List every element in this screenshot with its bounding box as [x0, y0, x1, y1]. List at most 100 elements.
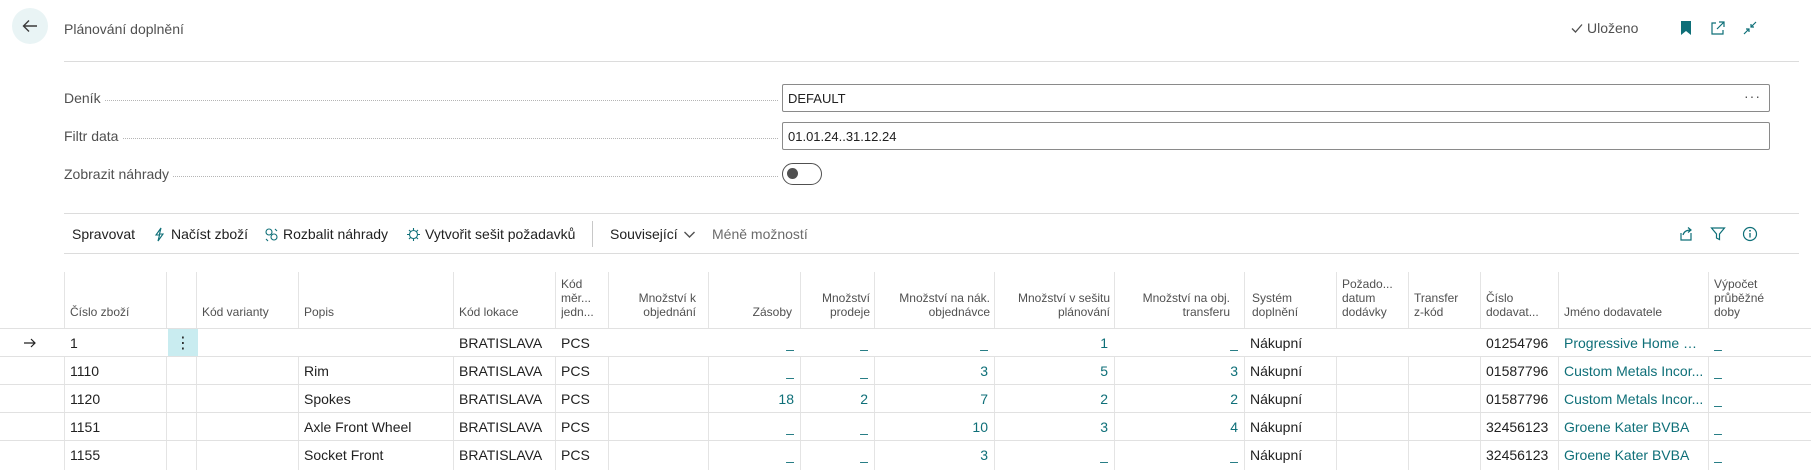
share-icon[interactable]	[1676, 224, 1696, 244]
col-qty-sales[interactable]: Množství prodeje	[806, 291, 870, 319]
table-row[interactable]: 1151 Axle Front Wheel BRATISLAVA PCS _ _ 10 3 4 N…	[0, 412, 1811, 440]
table-row[interactable]: 1120 Spokes BRATISLAVA PCS 18 2 7 2 2 Nákupní 0158…	[0, 384, 1811, 412]
cell-lead-time[interactable]: _	[1714, 391, 1774, 407]
manage-action[interactable]: Spravovat	[72, 226, 135, 242]
cell-vendor-name[interactable]: Groene Kater BVBA	[1564, 419, 1704, 435]
date-filter-input[interactable]: 01.01.24..31.12.24	[782, 122, 1770, 150]
cell-vendor-no[interactable]: 32456123	[1486, 419, 1554, 435]
col-uom[interactable]: Kód měr... jedn...	[561, 277, 606, 319]
col-vendor-name[interactable]: Jméno dodavatele	[1564, 305, 1704, 319]
cell-inventory[interactable]: _	[714, 419, 794, 435]
load-items-action[interactable]: Načíst zboží	[152, 226, 248, 242]
cell-qty-sales[interactable]: _	[806, 335, 868, 351]
cell-vendor-no[interactable]: 32456123	[1486, 447, 1554, 463]
cell-uom[interactable]: PCS	[561, 363, 605, 379]
cell-qty-worksheet[interactable]: 2	[1000, 391, 1108, 407]
show-substitutes-toggle[interactable]	[782, 163, 822, 185]
journal-input[interactable]: DEFAULT ···	[782, 84, 1770, 112]
cell-repl-system[interactable]: Nákupní	[1250, 335, 1334, 351]
cell-vendor-no[interactable]: 01587796	[1486, 391, 1554, 407]
back-button[interactable]	[12, 8, 48, 44]
col-qty-to-order[interactable]: Množství k objednání	[616, 291, 696, 319]
col-variant[interactable]: Kód varianty	[202, 305, 302, 319]
cell-description[interactable]: Rim	[304, 363, 449, 379]
cell-qty-worksheet[interactable]: 1	[1000, 335, 1108, 351]
expand-substitutes-action[interactable]: Rozbalit náhrady	[264, 226, 388, 242]
col-req-date[interactable]: Požado... datum dodávky	[1342, 277, 1402, 319]
cell-qty-worksheet[interactable]: 3	[1000, 419, 1108, 435]
cell-repl-system[interactable]: Nákupní	[1250, 363, 1334, 379]
info-icon[interactable]	[1740, 224, 1760, 244]
col-repl-system[interactable]: Systém doplnění	[1252, 291, 1332, 319]
cell-vendor-no[interactable]: 01587796	[1486, 363, 1554, 379]
cell-qty-sales[interactable]: 2	[806, 391, 868, 407]
cell-location[interactable]: BRATISLAVA	[459, 335, 551, 351]
cell-qty-worksheet[interactable]: _	[1000, 447, 1108, 463]
cell-inventory[interactable]: _	[714, 447, 794, 463]
table-row[interactable]: 1155 Socket Front BRATISLAVA PCS _ _ 3 _ _ Nákupn…	[0, 440, 1811, 468]
cell-uom[interactable]: PCS	[561, 335, 605, 351]
cell-qty-worksheet[interactable]: 5	[1000, 363, 1108, 379]
col-qty-purch[interactable]: Množství na nák. objednávce	[880, 291, 990, 319]
cell-vendor-name[interactable]: Custom Metals Incor...	[1564, 363, 1704, 379]
cell-item-no[interactable]: 1110	[70, 363, 160, 379]
bookmark-icon[interactable]	[1676, 18, 1696, 38]
cell-lead-time[interactable]: _	[1714, 363, 1774, 379]
cell-repl-system[interactable]: Nákupní	[1250, 447, 1334, 463]
cell-inventory[interactable]: _	[714, 363, 794, 379]
cell-item-no[interactable]: 1151	[70, 419, 160, 435]
col-item-no[interactable]: Číslo zboží	[70, 305, 170, 319]
cell-uom[interactable]: PCS	[561, 391, 605, 407]
cell-repl-system[interactable]: Nákupní	[1250, 391, 1334, 407]
cell-lead-time[interactable]: _	[1714, 419, 1774, 435]
cell-item-no[interactable]: 1	[70, 335, 160, 351]
collapse-icon[interactable]	[1740, 18, 1760, 38]
cell-qty-transfer[interactable]: 3	[1120, 363, 1238, 379]
cell-description[interactable]: Axle Front Wheel	[304, 419, 449, 435]
cell-inventory[interactable]: 18	[714, 391, 794, 407]
cell-description[interactable]: Socket Front	[304, 447, 449, 463]
lookup-ellipsis-icon[interactable]: ···	[1744, 88, 1761, 104]
filter-icon[interactable]	[1708, 224, 1728, 244]
cell-qty-purch[interactable]: 3	[880, 363, 988, 379]
related-dropdown[interactable]: Související	[610, 226, 697, 242]
table-row[interactable]: ⋮ 1 BRATISLAVA PCS _ _ _ 1 _ Nákupní 01254796 Progr…	[0, 328, 1811, 356]
cell-qty-transfer[interactable]: 4	[1120, 419, 1238, 435]
cell-location[interactable]: BRATISLAVA	[459, 419, 551, 435]
table-row[interactable]: 1110 Rim BRATISLAVA PCS _ _ 3 5 3 Nákupní 01587796…	[0, 356, 1811, 384]
cell-item-no[interactable]: 1155	[70, 447, 160, 463]
cell-lead-time[interactable]: _	[1714, 335, 1774, 351]
col-qty-worksheet[interactable]: Množství v sešitu plánování	[1000, 291, 1110, 319]
cell-qty-transfer[interactable]: 2	[1120, 391, 1238, 407]
cell-qty-purch[interactable]: _	[880, 335, 988, 351]
cell-qty-purch[interactable]: 10	[880, 419, 988, 435]
col-inventory[interactable]: Zásoby	[716, 305, 792, 319]
cell-location[interactable]: BRATISLAVA	[459, 391, 551, 407]
col-transfer-from[interactable]: Transfer z-kód	[1414, 291, 1474, 319]
cell-location[interactable]: BRATISLAVA	[459, 447, 551, 463]
cell-repl-system[interactable]: Nákupní	[1250, 419, 1334, 435]
cell-vendor-no[interactable]: 01254796	[1486, 335, 1554, 351]
cell-vendor-name[interactable]: Progressive Home Fu...	[1564, 335, 1704, 351]
cell-uom[interactable]: PCS	[561, 447, 605, 463]
col-vendor-no[interactable]: Číslo dodavat...	[1486, 291, 1554, 319]
create-worksheet-action[interactable]: Vytvořit sešit požadavků	[406, 226, 575, 242]
cell-vendor-name[interactable]: Custom Metals Incor...	[1564, 391, 1704, 407]
cell-lead-time[interactable]: _	[1714, 447, 1774, 463]
cell-inventory[interactable]: _	[714, 335, 794, 351]
cell-location[interactable]: BRATISLAVA	[459, 363, 551, 379]
col-location[interactable]: Kód lokace	[459, 305, 549, 319]
cell-qty-purch[interactable]: 7	[880, 391, 988, 407]
open-new-window-icon[interactable]	[1708, 18, 1728, 38]
cell-vendor-name[interactable]: Groene Kater BVBA	[1564, 447, 1704, 463]
col-qty-transfer[interactable]: Množství na obj. transferu	[1120, 291, 1230, 319]
col-description[interactable]: Popis	[304, 305, 404, 319]
cell-qty-sales[interactable]: _	[806, 363, 868, 379]
cell-description[interactable]: Spokes	[304, 391, 449, 407]
cell-qty-purch[interactable]: 3	[880, 447, 988, 463]
cell-qty-transfer[interactable]: _	[1120, 335, 1238, 351]
cell-qty-sales[interactable]: _	[806, 447, 868, 463]
cell-uom[interactable]: PCS	[561, 419, 605, 435]
row-actions-menu-icon[interactable]: ⋮	[168, 329, 198, 356]
cell-item-no[interactable]: 1120	[70, 391, 160, 407]
